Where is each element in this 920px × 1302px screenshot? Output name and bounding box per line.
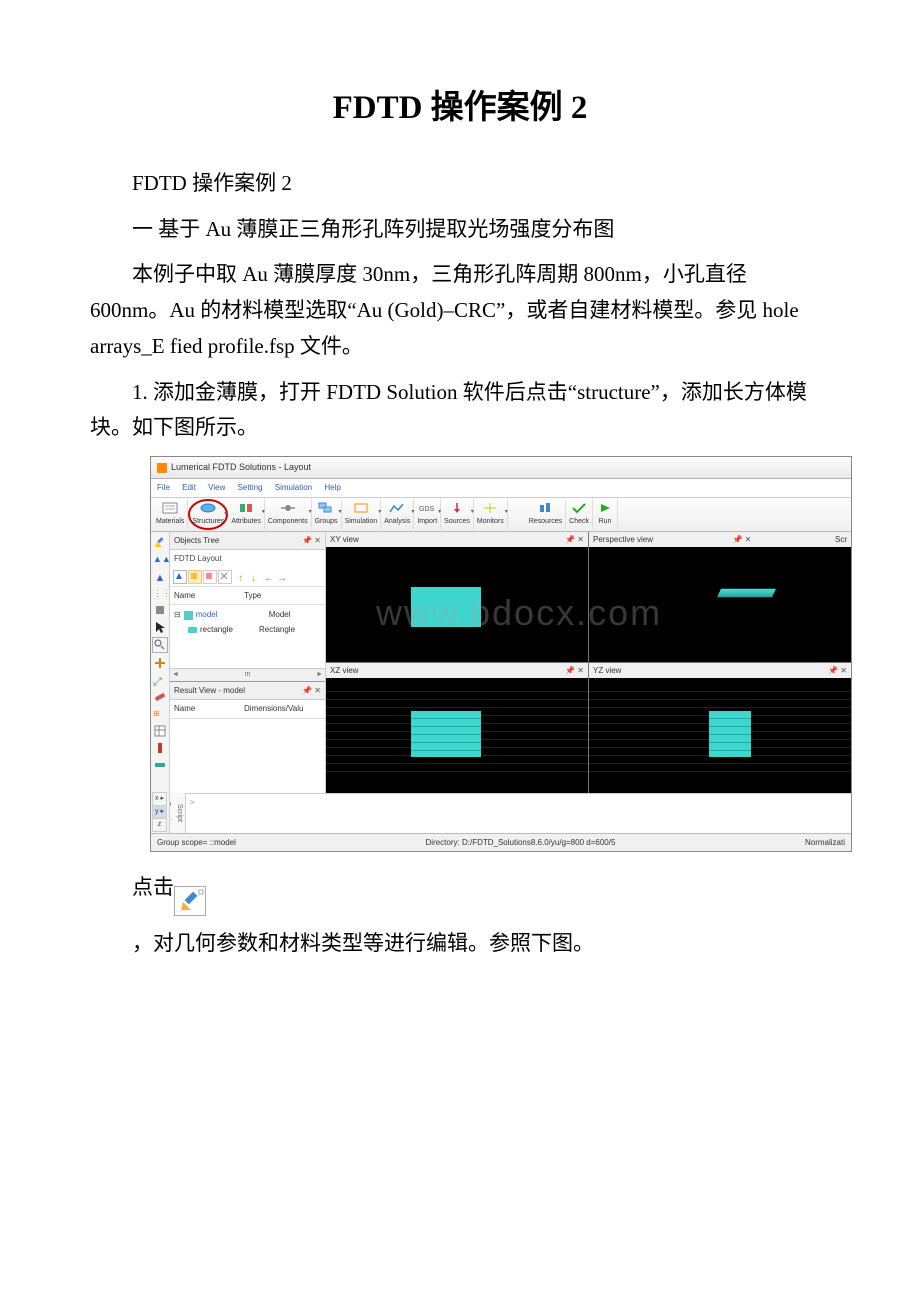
tree-columns: Name Type <box>170 587 325 606</box>
para-1: FDTD 操作案例 2 <box>90 166 830 202</box>
result-columns: Name Dimensions/Valu <box>170 700 325 719</box>
viewport-xy[interactable]: XY view📌 ✕ <box>326 532 588 662</box>
menu-edit[interactable]: Edit <box>182 483 196 492</box>
left-arrow-icon[interactable]: ← <box>264 570 276 582</box>
tool-icon[interactable]: ▲ <box>153 569 167 583</box>
viewport-grid: www.bdocx.com XY view📌 ✕ Perspective vie… <box>326 532 851 793</box>
tree-scrollbar[interactable]: ◄ m ► <box>170 668 325 681</box>
pan-icon[interactable] <box>153 656 167 670</box>
check-button[interactable]: Check <box>566 499 593 530</box>
result-view-header: Result View - model 📌 ✕ <box>170 682 325 701</box>
object-tree[interactable]: ⊟ model Model rectangle Rectangle <box>170 605 325 667</box>
window-title: Lumerical FDTD Solutions - Layout <box>171 460 311 475</box>
tree-toolbar: ↑ ↓ ← → <box>170 568 325 587</box>
tree-row-model[interactable]: ⊟ model Model <box>174 608 321 622</box>
attributes-button[interactable]: Attributes ▾ <box>228 499 265 530</box>
title-bar: Lumerical FDTD Solutions - Layout <box>151 457 851 479</box>
axis-y-button[interactable]: y ▸ <box>152 805 167 819</box>
script-panel-tab[interactable]: Script Freerip <box>170 793 186 833</box>
fdtd-window: Lumerical FDTD Solutions - Layout File E… <box>150 456 852 852</box>
resources-button[interactable]: Resources <box>526 499 566 530</box>
pin-close-icon[interactable]: 📌 ✕ <box>302 684 321 698</box>
edit-icon[interactable] <box>153 535 167 549</box>
grid-icon[interactable]: ⊞ <box>153 707 167 721</box>
app-logo-icon <box>157 463 167 473</box>
left-panel: Objects Tree 📌 ✕ FDTD Layout ↑ ↓ ← → Nam… <box>170 532 326 793</box>
pin-close-icon[interactable]: 📌 ✕ <box>828 664 847 678</box>
menu-simulation[interactable]: Simulation <box>275 483 312 492</box>
import-button[interactable]: GDS Import ▾ <box>414 499 441 530</box>
page-title: FDTD 操作案例 2 <box>90 80 830 136</box>
script-area[interactable]: > <box>186 793 851 833</box>
tool-icon[interactable]: ▲▲ <box>153 552 167 566</box>
rectangle-icon <box>188 627 197 633</box>
groups-button[interactable]: Groups ▾ <box>312 499 342 530</box>
expand-icon[interactable]: ⊟ <box>174 608 181 622</box>
viewport-yz[interactable]: YZ view📌 ✕ <box>589 663 851 793</box>
menu-help[interactable]: Help <box>324 483 340 492</box>
tool-icon[interactable] <box>153 741 167 755</box>
grid-icon[interactable]: ⋮⋮⋮ <box>153 586 167 600</box>
status-norm: Normalizati <box>805 836 845 850</box>
down-arrow-icon[interactable]: ↓ <box>251 570 263 582</box>
status-bar: Group scope= ::model Directory: D:/FDTD_… <box>151 833 851 852</box>
tree-btn-icon[interactable] <box>188 570 202 584</box>
main-toolbar: Materials Structures ▾ Attributes ▾ Comp… <box>151 498 851 532</box>
chevron-down-icon[interactable]: ▾ <box>505 507 508 517</box>
para-2: 一 基于 Au 薄膜正三角形孔阵列提取光场强度分布图 <box>90 212 830 248</box>
menu-file[interactable]: File <box>157 483 170 492</box>
menu-bar[interactable]: File Edit View Setting Simulation Help <box>151 479 851 498</box>
menu-setting[interactable]: Setting <box>238 483 263 492</box>
edit-button-icon[interactable] <box>174 886 206 916</box>
para-3: 本例子中取 Au 薄膜厚度 30nm，三角形孔阵周期 800nm，小孔直径 60… <box>90 257 830 364</box>
result-body <box>170 719 325 779</box>
zoom-icon[interactable] <box>152 637 168 653</box>
simulation-button[interactable]: Simulation ▾ <box>342 499 382 530</box>
pin-close-icon[interactable]: 📌 ✕ <box>565 664 584 678</box>
pin-close-icon[interactable]: 📌 ✕ <box>302 534 321 548</box>
tool-icon[interactable] <box>153 603 167 617</box>
viewport-xz[interactable]: XZ view📌 ✕ <box>326 663 588 793</box>
objects-tree-header: Objects Tree 📌 ✕ <box>170 532 325 551</box>
para-5-pre: 点击 <box>132 870 174 906</box>
table-icon[interactable] <box>153 724 167 738</box>
model-icon <box>184 611 193 620</box>
layout-label: FDTD Layout <box>170 550 325 568</box>
right-arrow-icon[interactable]: → <box>277 570 289 582</box>
status-directory: Directory: D:/FDTD_Solutions8.6.0/yu/g=8… <box>426 836 616 850</box>
tree-btn-icon[interactable] <box>173 570 187 584</box>
chevron-down-icon[interactable]: ▾ <box>224 509 227 519</box>
tree-btn-icon[interactable] <box>218 570 232 584</box>
tree-row-rectangle[interactable]: rectangle Rectangle <box>174 623 321 637</box>
tool-icon[interactable] <box>153 758 167 772</box>
materials-button[interactable]: Materials <box>153 499 188 530</box>
up-arrow-icon[interactable]: ↑ <box>238 570 250 582</box>
axis-z-button[interactable]: z <box>152 818 167 832</box>
sources-button[interactable]: Sources ▾ <box>441 499 474 530</box>
run-button[interactable]: Run <box>593 499 618 530</box>
para-6: ，对几何参数和材料类型等进行编辑。参照下图。 <box>90 926 830 962</box>
tool-icon[interactable]: ⤢ <box>153 673 167 687</box>
pin-close-icon[interactable]: 📌 ✕ <box>565 533 584 547</box>
pin-close-icon[interactable]: 📌 ✕ <box>733 533 752 547</box>
svg-text:GDS: GDS <box>419 506 435 513</box>
analysis-button[interactable]: Analysis ▾ <box>381 499 414 530</box>
axis-x-button[interactable]: x ▸ <box>152 792 167 806</box>
screenshot-figure: Lumerical FDTD Solutions - Layout File E… <box>150 456 830 852</box>
viewport-perspective[interactable]: Perspective view📌 ✕Scr <box>589 532 851 662</box>
menu-view[interactable]: View <box>208 483 225 492</box>
monitors-button[interactable]: Monitors ▾ <box>474 499 508 530</box>
left-toolbar: ▲▲ ▲ ⋮⋮⋮ ⤢ ⊞ <box>151 532 170 793</box>
para-4: 1. 添加金薄膜，打开 FDTD Solution 软件后点击“structur… <box>90 375 830 446</box>
tree-btn-icon[interactable] <box>203 570 217 584</box>
axis-buttons: x ▸ y ▸ z <box>152 793 167 832</box>
cursor-icon[interactable] <box>153 620 167 634</box>
components-button[interactable]: Components ▾ <box>265 499 312 530</box>
ruler-icon[interactable] <box>153 690 167 704</box>
structures-button[interactable]: Structures ▾ <box>188 499 228 530</box>
status-scope: Group scope= ::model <box>157 836 236 850</box>
